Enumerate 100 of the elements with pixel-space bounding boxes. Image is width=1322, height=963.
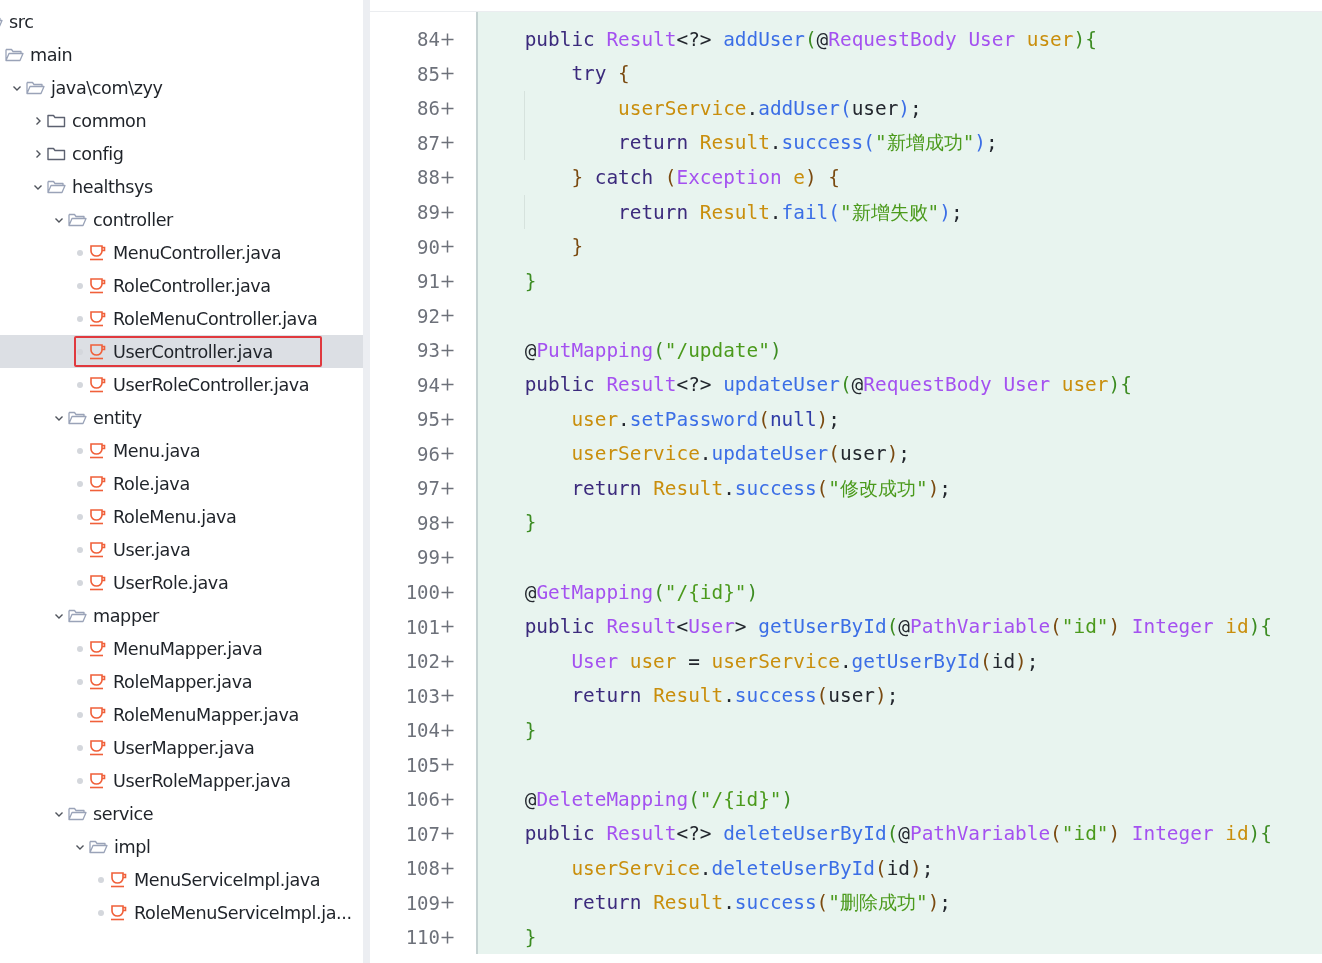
file-name[interactable]: UserRole.java — [113, 572, 229, 593]
code-line: } — [523, 511, 537, 535]
line-number: 110 — [405, 926, 440, 949]
code-line: } catch (Exception e) { — [570, 165, 840, 189]
file-name[interactable]: MenuServiceImpl.java — [134, 869, 321, 890]
folder-name[interactable]: impl — [114, 836, 151, 857]
coffee-cup-icon — [89, 244, 107, 261]
added-line-icon — [441, 343, 454, 357]
file-name[interactable]: UserRoleController.java — [113, 374, 310, 395]
folder-name[interactable]: src — [9, 11, 34, 32]
code-line: User user = userService.getUserById(id); — [570, 649, 1039, 673]
code-line: public Result<?> updateUser(@RequestBody User user){ — [523, 373, 1132, 397]
coffee-cup-icon — [110, 871, 128, 888]
folder-name[interactable]: main — [30, 44, 73, 65]
line-number: 88 — [417, 166, 440, 189]
line-number: 107 — [405, 822, 440, 845]
folder-name[interactable]: mapper — [93, 605, 159, 626]
added-line-icon — [441, 32, 454, 46]
added-line-icon — [441, 516, 454, 530]
code-line: return Result.fail("新增失败"); — [617, 199, 963, 226]
line-number: 100 — [405, 581, 440, 603]
code-line: userService.deleteUserById(id); — [570, 856, 934, 880]
added-line-icon — [441, 792, 454, 806]
coffee-cup-icon — [89, 508, 107, 525]
coffee-cup-icon — [89, 673, 107, 690]
coffee-cup-icon — [110, 904, 128, 921]
file-name[interactable]: RoleMenu.java — [113, 506, 237, 527]
code-line: } — [570, 235, 584, 259]
folder-name[interactable]: config — [72, 143, 124, 164]
line-number: 89 — [417, 201, 440, 223]
file-name[interactable]: RoleController.java — [113, 275, 271, 296]
file-name[interactable]: User.java — [113, 539, 191, 560]
coffee-cup-icon — [89, 310, 107, 327]
code-line: public Result<?> deleteUserById(@PathVariable("id") Integer id){ — [523, 822, 1272, 846]
folder-name[interactable]: healthsys — [72, 176, 153, 197]
line-number: 95 — [417, 408, 440, 431]
line-number: 106 — [405, 788, 440, 811]
folder-icon — [68, 607, 87, 624]
file-name[interactable]: RoleMapper.java — [113, 671, 253, 692]
added-line-icon — [441, 170, 454, 184]
added-line-icon — [441, 481, 454, 495]
selected-row[interactable]: UserController.java — [0, 335, 363, 368]
added-line-icon — [441, 723, 454, 737]
file-name[interactable]: MenuController.java — [113, 242, 282, 263]
code-line: return Result.success("修改成功"); — [570, 475, 951, 502]
coffee-cup-icon — [89, 277, 107, 294]
code-line: @GetMapping("/{id}") — [523, 580, 759, 604]
code-line: return Result.success("删除成功"); — [570, 890, 951, 917]
file-name[interactable]: UserController.java — [113, 341, 273, 362]
folder-icon — [89, 838, 108, 855]
code-line: @DeleteMapping("/{id}") — [523, 787, 794, 811]
folder-name[interactable]: controller — [93, 209, 173, 230]
added-line-icon — [441, 67, 454, 81]
file-name[interactable]: UserRoleMapper.java — [113, 770, 291, 791]
folder-icon — [47, 145, 66, 162]
added-line-icon — [441, 827, 454, 841]
file-name[interactable]: Menu.java — [113, 440, 201, 461]
file-name[interactable]: UserMapper.java — [113, 737, 255, 758]
added-line-icon — [441, 758, 454, 772]
file-name[interactable]: RoleMenuController.java — [113, 308, 318, 329]
folder-icon — [68, 409, 87, 426]
line-number: 93 — [417, 339, 440, 362]
added-line-icon — [441, 378, 454, 392]
folder-icon — [47, 178, 66, 195]
file-name[interactable]: RoleMenuMapper.java — [113, 704, 299, 725]
line-number: 99 — [417, 546, 440, 569]
file-name[interactable]: RoleMenuServiceImpl.ja... — [134, 902, 352, 923]
added-line-icon — [441, 412, 454, 426]
line-number: 103 — [405, 684, 440, 707]
folder-icon — [47, 112, 66, 129]
added-line-icon — [441, 447, 454, 461]
code-line: public Result<?> addUser(@RequestBody User user){ — [523, 27, 1097, 51]
folder-name[interactable]: entity — [93, 407, 142, 428]
coffee-cup-icon — [89, 772, 107, 789]
code-line: user.setPassword(null); — [570, 407, 840, 431]
line-number: 109 — [405, 891, 440, 914]
added-line-icon — [441, 309, 454, 323]
line-number: 90 — [417, 235, 440, 258]
line-number: 98 — [417, 511, 440, 534]
folder-name[interactable]: service — [93, 803, 154, 824]
code-line: try { — [570, 62, 630, 86]
code-line: } — [523, 718, 537, 742]
file-name[interactable]: Role.java — [113, 473, 190, 494]
coffee-cup-icon — [89, 541, 107, 558]
code-line: userService.addUser(user); — [617, 96, 922, 120]
line-number: 104 — [405, 719, 440, 742]
added-line-icon — [441, 620, 454, 634]
line-number: 105 — [405, 753, 440, 776]
folder-icon — [68, 805, 87, 822]
folder-name[interactable]: common — [72, 110, 147, 131]
folder-icon — [5, 46, 24, 63]
added-line-icon — [441, 550, 454, 564]
folder-name[interactable]: java\com\zyy — [51, 77, 163, 98]
code-line: } — [523, 269, 537, 293]
added-line-icon — [441, 689, 454, 703]
code-line: return Result.success(user); — [570, 684, 899, 708]
code-line: public Result<User> getUserById(@PathVariable("id") Integer id){ — [523, 615, 1272, 639]
coffee-cup-icon — [89, 343, 107, 360]
line-number: 84 — [417, 28, 440, 51]
file-name[interactable]: MenuMapper.java — [113, 638, 263, 659]
